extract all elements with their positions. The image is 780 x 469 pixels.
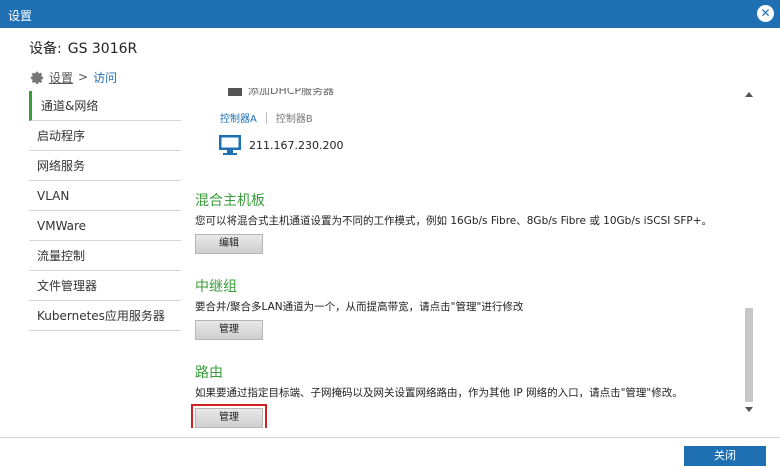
sidebar-item-vmware[interactable]: VMWare (29, 211, 181, 241)
route-manage-button[interactable]: 管理 (195, 408, 263, 428)
controller-ip-row: 211.167.230.200 (218, 134, 343, 156)
close-button[interactable]: 关闭 (684, 446, 766, 466)
tab-divider (265, 111, 267, 124)
hybrid-board-section: 混合主机板 您可以将混合式主机通道设置为不同的工作模式，例如 16Gb/s Fi… (195, 190, 712, 254)
trunk-group-title: 中继组 (195, 279, 237, 295)
gear-icon (30, 71, 44, 84)
sidebar-item-kubernetes[interactable]: Kubernetes应用服务器 (29, 301, 181, 331)
breadcrumb-separator: > (78, 70, 89, 84)
sidebar-item-vlan[interactable]: VLAN (29, 181, 181, 211)
breadcrumb: 设置 > 访问 (28, 67, 117, 87)
tab-controller-b[interactable]: 控制器B (276, 110, 313, 125)
controller-tabs: 控制器A 控制器B (220, 110, 313, 125)
device-name: GS 3016R (67, 41, 138, 57)
close-window-icon[interactable]: ✕ (757, 5, 774, 22)
breadcrumb-settings-link[interactable]: 设置 (49, 69, 73, 86)
controller-ip-address: 211.167.230.200 (249, 138, 344, 152)
title-bar: 设置 ✕ (0, 0, 780, 28)
scroll-down-arrow-icon[interactable] (745, 407, 753, 412)
trunk-group-section: 中继组 要合并/聚合多LAN通道为一个，从而提高带宽，请点击"管理"进行修改 管… (195, 276, 523, 340)
sidebar-item-file-manager[interactable]: 文件管理器 (29, 271, 181, 301)
route-title: 路由 (195, 365, 223, 381)
sidebar-item-network-services[interactable]: 网络服务 (29, 151, 181, 181)
hybrid-board-title: 混合主机板 (195, 193, 265, 209)
main-content: 添加DHCP服务器 控制器A 控制器B 211.167.230.200 混合主机… (190, 88, 740, 428)
route-section: 路由 如果要通过指定目标端、子网掩码以及网关设置网络路由，作为其他 IP 网络的… (191, 362, 683, 428)
tab-controller-a[interactable]: 控制器A (220, 110, 257, 125)
sidebar-item-flow-control[interactable]: 流量控制 (29, 241, 181, 271)
footer-bar: 关闭 (0, 437, 780, 469)
sidebar-item-channel-network[interactable]: 通道&网络 (29, 91, 181, 121)
sidebar: 通道&网络 启动程序 网络服务 VLAN VMWare 流量控制 文件管理器 K… (29, 91, 181, 331)
edit-button[interactable]: 编辑 (195, 234, 263, 254)
window-title: 设置 (8, 9, 33, 23)
sidebar-item-boot[interactable]: 启动程序 (29, 121, 181, 151)
trunk-group-desc: 要合并/聚合多LAN通道为一个，从而提高带宽，请点击"管理"进行修改 (195, 301, 524, 313)
scroll-thumb[interactable] (745, 308, 753, 402)
content-scrollbar[interactable] (742, 88, 756, 418)
device-header: 设备: GS 3016R (29, 38, 137, 58)
route-manage-highlight: 管理 (191, 404, 267, 428)
route-desc: 如果要通过指定目标端、子网掩码以及网关设置网络路由，作为其他 IP 网络的入口，… (195, 387, 683, 399)
device-label: 设备: (29, 41, 62, 57)
controller-top-marker (228, 88, 242, 96)
monitor-icon (219, 135, 241, 155)
scroll-up-arrow-icon[interactable] (745, 92, 753, 97)
hybrid-board-desc: 您可以将混合式主机通道设置为不同的工作模式，例如 16Gb/s Fibre、8G… (195, 215, 713, 227)
breadcrumb-current: 访问 (93, 70, 118, 85)
controller-top-text: 添加DHCP服务器 (248, 88, 335, 97)
trunk-manage-button[interactable]: 管理 (195, 320, 263, 340)
